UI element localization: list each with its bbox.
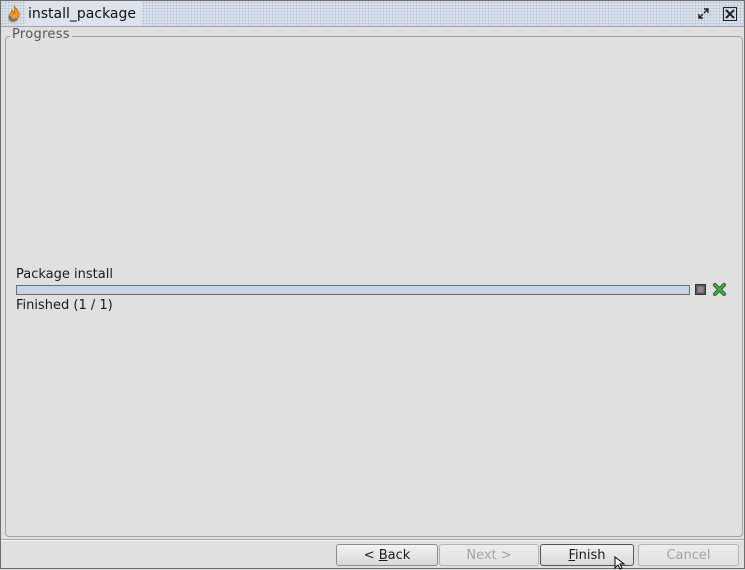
button-separator (1, 539, 744, 541)
progress-group-title: Progress (10, 27, 72, 42)
cancel-x-icon[interactable] (712, 282, 727, 297)
next-button[interactable]: Next > (439, 544, 539, 566)
back-button-mnemonic: B (378, 547, 388, 563)
mouse-pointer-icon (614, 556, 626, 570)
finish-button-label-rest: inish (575, 547, 606, 563)
title-bar[interactable]: install_package (1, 1, 744, 27)
restore-window-icon[interactable] (695, 5, 712, 22)
progress-bar-fill (17, 286, 689, 294)
back-button-label-rest: ack (387, 547, 411, 563)
cancel-button[interactable]: Cancel (638, 544, 739, 566)
stop-icon[interactable] (695, 284, 706, 295)
app-flame-icon (5, 5, 23, 23)
task-progress-bar (16, 285, 690, 295)
install-dialog-window: install_package Progress Package install (0, 0, 745, 569)
task-status-text: Finished (1 / 1) (16, 298, 113, 313)
window-title: install_package (26, 1, 143, 26)
close-icon[interactable] (721, 5, 738, 22)
back-button[interactable]: < Back (336, 544, 438, 566)
back-button-prefix: < (363, 547, 379, 563)
task-label: Package install (16, 267, 113, 282)
